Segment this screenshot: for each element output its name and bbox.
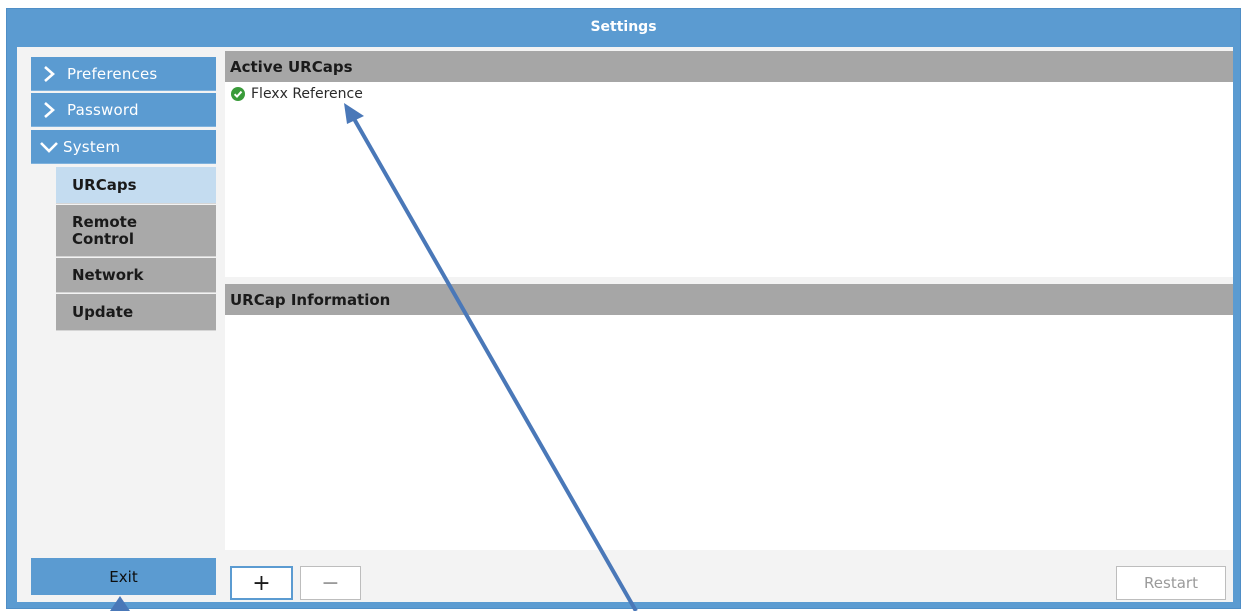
sidebar-item-update[interactable]: Update: [56, 294, 216, 331]
chevron-right-icon: [39, 64, 59, 84]
sidebar-item-password[interactable]: Password: [31, 93, 216, 127]
check-circle-icon: [231, 87, 245, 101]
sidebar-item-remote-control[interactable]: Remote Control: [56, 205, 216, 257]
sidebar: Preferences Password System URCaps Remot…: [31, 57, 216, 602]
urcap-information-text: [225, 315, 1233, 327]
window-title: Settings: [590, 19, 657, 35]
active-urcaps-list: Flexx Reference: [225, 82, 1233, 277]
bottom-toolbar: + − Restart: [225, 550, 1233, 602]
urcap-name: Flexx Reference: [251, 86, 363, 102]
sidebar-item-label: Preferences: [67, 64, 158, 83]
sidebar-item-urcaps[interactable]: URCaps: [56, 167, 216, 204]
exit-button[interactable]: Exit: [31, 558, 216, 595]
sidebar-item-network[interactable]: Network: [56, 258, 216, 293]
urcap-list-item[interactable]: Flexx Reference: [231, 85, 363, 103]
chevron-down-icon: [39, 137, 59, 157]
minus-icon: −: [321, 570, 340, 596]
sidebar-item-label: Network: [72, 265, 144, 284]
restart-button[interactable]: Restart: [1116, 566, 1226, 600]
remove-urcap-button[interactable]: −: [300, 566, 361, 600]
urcap-information-panel: [225, 315, 1233, 550]
sidebar-item-label: URCaps: [72, 175, 137, 194]
plus-icon: +: [252, 570, 271, 596]
sidebar-item-label: Password: [67, 100, 139, 119]
sidebar-item-system[interactable]: System: [31, 130, 216, 164]
sidebar-item-label: System: [63, 137, 121, 156]
main-content: Active URCaps Flexx Reference URCap Info…: [225, 51, 1233, 550]
sidebar-item-label: Update: [72, 302, 134, 321]
add-urcap-button[interactable]: +: [230, 566, 293, 600]
chevron-right-icon: [39, 100, 59, 120]
settings-body: Preferences Password System URCaps Remot…: [17, 47, 1233, 602]
active-urcaps-header: Active URCaps: [225, 51, 1233, 82]
urcap-information-header: URCap Information: [225, 284, 1233, 315]
sidebar-item-label: Remote Control: [72, 212, 138, 248]
settings-window: Settings Preferences Password System URC…: [6, 8, 1241, 609]
sidebar-item-preferences[interactable]: Preferences: [31, 57, 216, 91]
